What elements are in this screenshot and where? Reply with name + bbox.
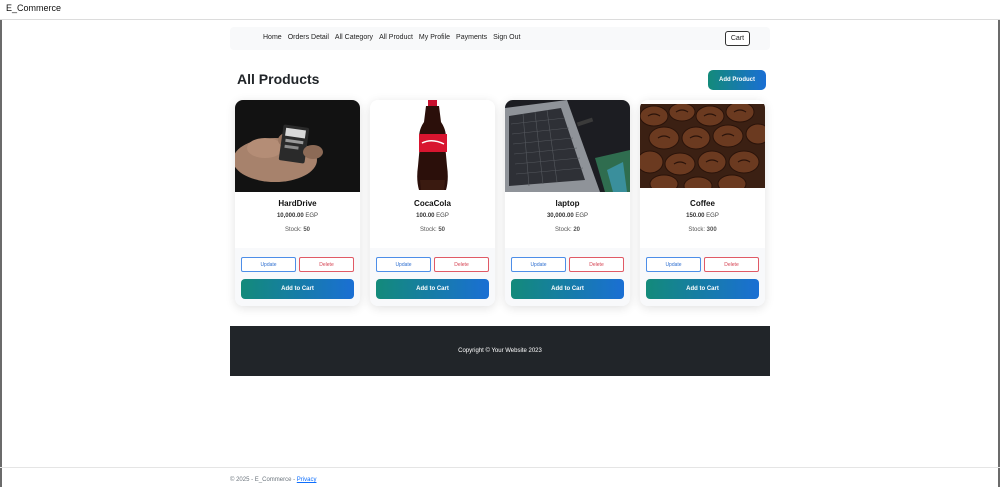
product-price: 150.00 EGP bbox=[686, 213, 719, 219]
delete-button[interactable]: Delete bbox=[299, 257, 354, 272]
nav-link-all-product[interactable]: All Product bbox=[379, 34, 413, 41]
coffee-beans-photo bbox=[640, 104, 765, 188]
update-button[interactable]: Update bbox=[646, 257, 701, 272]
card-footer: Update Delete Add to Cart bbox=[640, 248, 765, 306]
product-price: 10,000.00 EGP bbox=[276, 213, 319, 219]
page-footer-text: © 2025 - E_Commerce - bbox=[230, 477, 296, 483]
page-title: All Products bbox=[237, 71, 320, 87]
update-button[interactable]: Update bbox=[376, 257, 431, 272]
product-stock: Stock: 50 bbox=[419, 227, 446, 233]
cart-button[interactable]: Cart bbox=[725, 31, 750, 46]
product-card-harddrive: HardDrive 10,000.00 EGP Stock: 50 Update… bbox=[235, 100, 360, 306]
page-footer-divider bbox=[0, 467, 1000, 468]
product-price: 100.00 EGP bbox=[416, 213, 449, 219]
nav-link-home[interactable]: Home bbox=[263, 34, 282, 41]
update-button[interactable]: Update bbox=[241, 257, 296, 272]
laptop-photo bbox=[505, 100, 630, 192]
add-to-cart-button[interactable]: Add to Cart bbox=[241, 279, 354, 299]
nav-link-payments[interactable]: Payments bbox=[456, 34, 487, 41]
product-stock: Stock: 300 bbox=[688, 227, 717, 233]
product-name: CocaCola bbox=[414, 199, 451, 208]
nav-link-sign-out[interactable]: Sign Out bbox=[493, 34, 520, 41]
product-stock: Stock: 50 bbox=[284, 227, 311, 233]
cola-bottle-photo bbox=[370, 100, 495, 192]
add-to-cart-button[interactable]: Add to Cart bbox=[376, 279, 489, 299]
nav-link-all-category[interactable]: All Category bbox=[335, 34, 373, 41]
delete-button[interactable]: Delete bbox=[434, 257, 489, 272]
nav-links: Home Orders Detail All Category All Prod… bbox=[263, 34, 520, 41]
page-footer: © 2025 - E_Commerce - Privacy bbox=[230, 477, 316, 483]
product-price: 30,000.00 EGP bbox=[546, 213, 589, 219]
update-button[interactable]: Update bbox=[511, 257, 566, 272]
product-name: Coffee bbox=[690, 199, 715, 208]
card-footer: Update Delete Add to Cart bbox=[370, 248, 495, 306]
navbar: Home Orders Detail All Category All Prod… bbox=[230, 27, 770, 50]
sd-card-photo bbox=[235, 100, 360, 192]
add-to-cart-button[interactable]: Add to Cart bbox=[646, 279, 759, 299]
product-name: laptop bbox=[555, 199, 580, 208]
add-to-cart-button[interactable]: Add to Cart bbox=[511, 279, 624, 299]
product-card-laptop: laptop 30,000.00 EGP Stock: 20 Update De… bbox=[505, 100, 630, 306]
window-title: E_Commerce bbox=[6, 3, 62, 13]
card-footer: Update Delete Add to Cart bbox=[505, 248, 630, 306]
product-card-cocacola: CocaCola 100.00 EGP Stock: 50 Update Del… bbox=[370, 100, 495, 306]
product-name: HardDrive bbox=[278, 199, 317, 208]
card-footer: Update Delete Add to Cart bbox=[235, 248, 360, 306]
privacy-link[interactable]: Privacy bbox=[297, 477, 317, 483]
product-card-coffee: Coffee 150.00 EGP Stock: 300 Update Dele… bbox=[640, 100, 765, 306]
nav-link-orders-detail[interactable]: Orders Detail bbox=[288, 34, 329, 41]
copyright-text: Copyright © Your Website 2023 bbox=[458, 348, 542, 354]
add-product-button[interactable]: Add Product bbox=[708, 70, 766, 90]
nav-link-my-profile[interactable]: My Profile bbox=[419, 34, 450, 41]
window-title-bar: E_Commerce bbox=[0, 0, 1000, 20]
delete-button[interactable]: Delete bbox=[569, 257, 624, 272]
site-footer: Copyright © Your Website 2023 bbox=[230, 326, 770, 376]
product-stock: Stock: 20 bbox=[554, 227, 581, 233]
delete-button[interactable]: Delete bbox=[704, 257, 759, 272]
window-frame-left bbox=[0, 20, 2, 487]
